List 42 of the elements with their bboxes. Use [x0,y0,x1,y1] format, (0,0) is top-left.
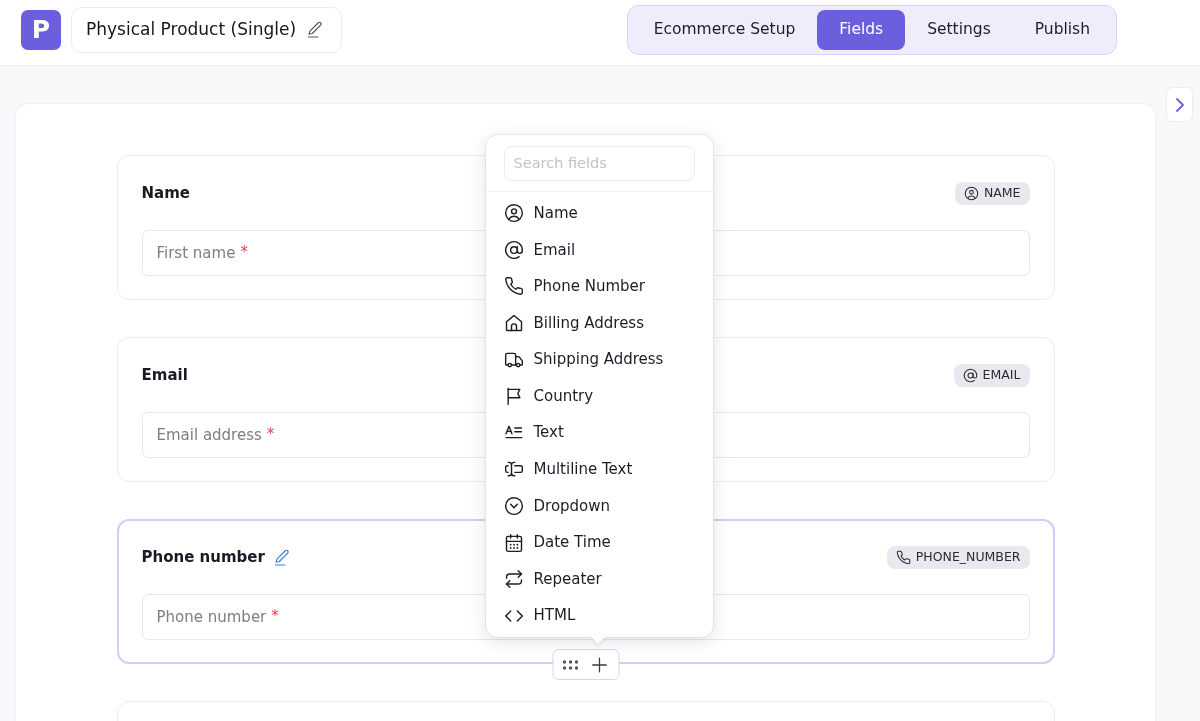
phone-icon [503,276,524,297]
field-type-option[interactable]: Email [485,231,713,269]
phone-icon [895,549,911,565]
search-field[interactable]: Search fields [503,145,695,181]
at-sign-icon [962,367,978,383]
user-circle-icon [963,185,979,201]
field-label: Email [141,364,188,386]
field-type-option[interactable]: Shipping Address [485,341,713,378]
tab[interactable]: Ecommerce Setup [631,9,818,50]
field-type-label: NAME [983,183,1021,202]
field-type-option[interactable]: Billing Address [485,304,713,342]
field-type-option[interactable]: Text [485,414,713,452]
field-type-option[interactable]: Date Time [485,524,713,561]
required-mark: * [271,606,279,627]
at-sign-icon [503,239,524,260]
field-type-option[interactable]: Multiline Text [485,451,713,488]
field-type-option[interactable]: Country [485,377,713,415]
field-type-option[interactable]: Phone Number [485,268,713,305]
add-icon[interactable] [590,655,609,674]
user-circle-icon [503,203,524,224]
required-mark: * [240,242,248,263]
collapse-panel-button[interactable] [1166,87,1193,122]
field-label: Phone number [141,546,265,568]
chevron-circle-icon [503,495,524,516]
calendar-icon [503,532,524,553]
tab[interactable]: Settings [905,9,1013,50]
repeat-arrows-icon [503,569,524,590]
pencil-icon[interactable] [272,547,292,567]
field-type-option[interactable]: Dropdown [485,487,713,525]
app-logo: P [21,9,61,50]
field-type-option[interactable]: Name [485,194,713,232]
field-type-label: EMAIL [982,365,1021,384]
house-icon [503,312,524,333]
field-label: Name [141,182,190,204]
form-title: Physical Product (Single) [86,17,297,41]
tab[interactable]: Fields [817,9,906,50]
field-type-option[interactable]: Repeater [485,560,713,598]
field-type-option[interactable]: HTML [485,597,713,634]
tab[interactable]: Publish [1012,9,1112,50]
grip-dots-icon[interactable] [562,659,579,670]
field-type-label: PHONE_NUMBER [915,547,1021,566]
required-mark: * [266,424,275,445]
